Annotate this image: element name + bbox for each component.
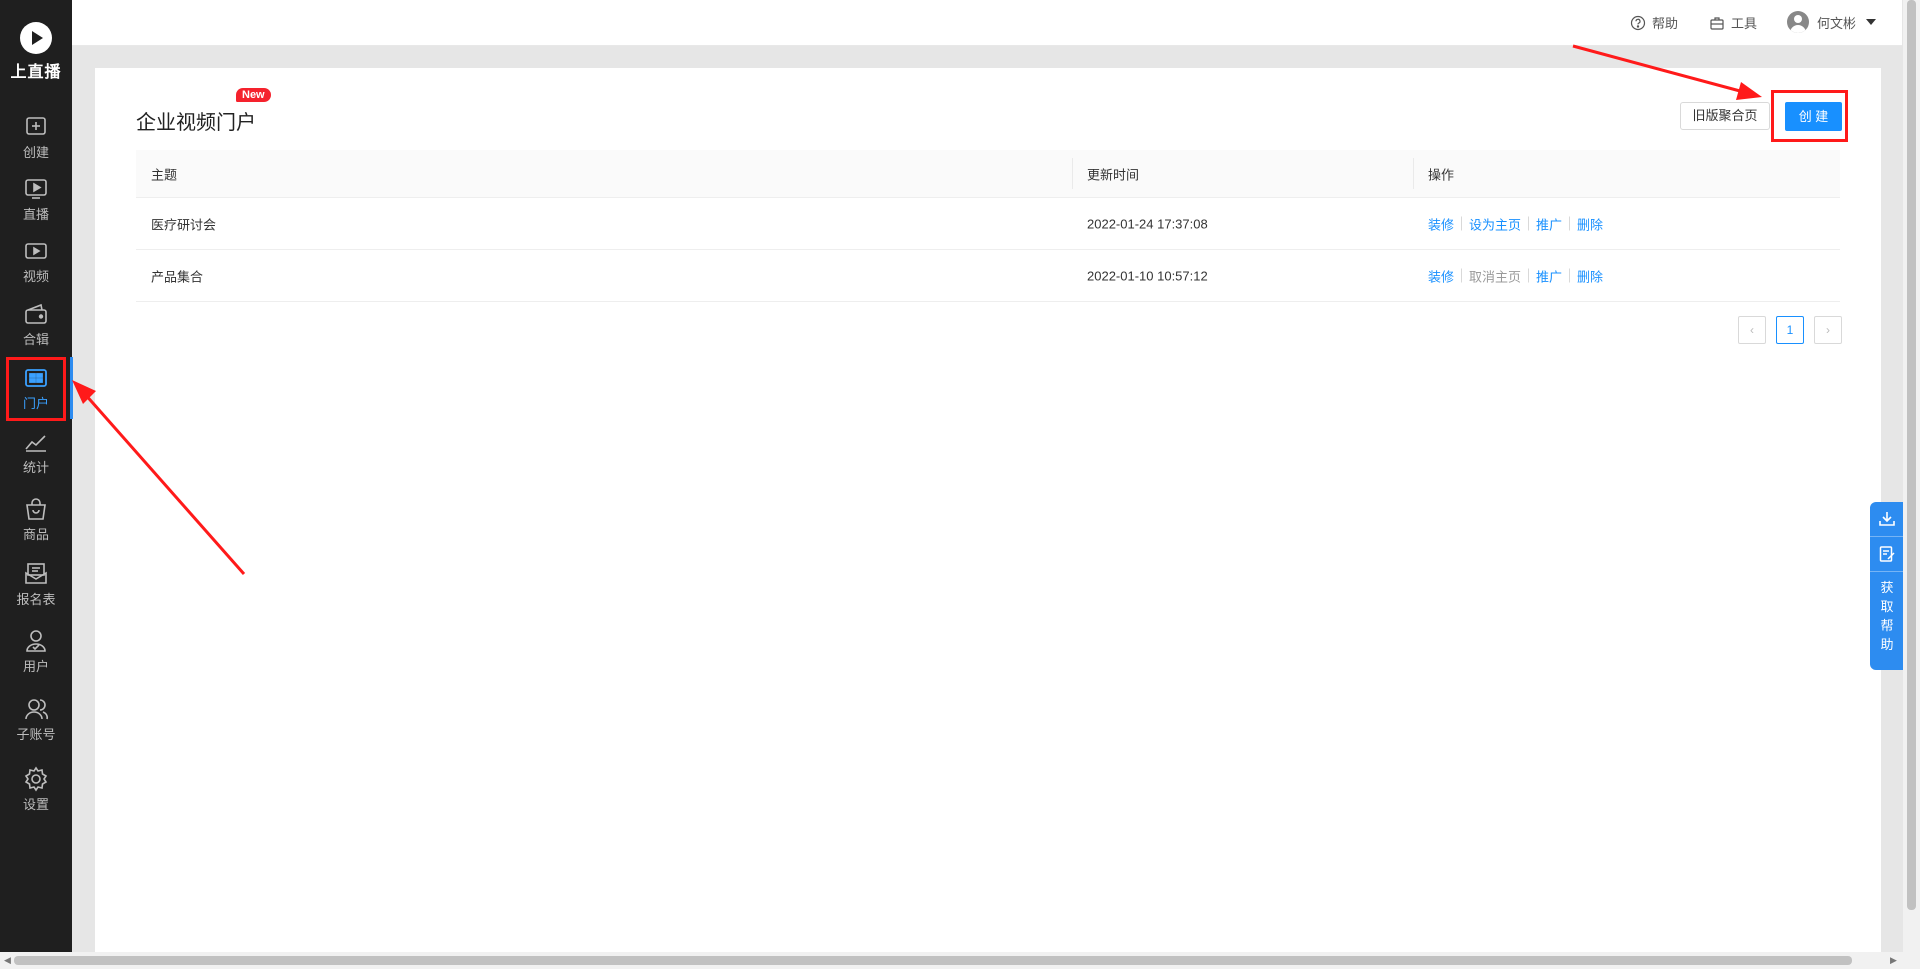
- shopping-bag-icon: [23, 496, 49, 522]
- next-page-button[interactable]: ›: [1814, 316, 1842, 344]
- sidebar-item-settings[interactable]: 设置: [0, 762, 72, 818]
- sidebar-item-stats[interactable]: 统计: [0, 425, 72, 481]
- portal-table: 主题 更新时间 操作 医疗研讨会 2022-01-24 17:37:08 装修 …: [136, 150, 1840, 302]
- help-link[interactable]: 帮助: [1630, 13, 1678, 32]
- table-header: 主题 更新时间 操作: [136, 150, 1840, 198]
- sidebar-item-portal[interactable]: 门户: [0, 357, 72, 421]
- floating-help-bar: 获取帮助: [1870, 502, 1904, 670]
- live-play-icon: [23, 176, 49, 202]
- cancel-homepage-link[interactable]: 取消主页: [1469, 266, 1521, 285]
- sidebar-item-label: 用户: [22, 659, 49, 674]
- annotation-arrowhead: [72, 380, 96, 404]
- scrollbar-thumb[interactable]: [14, 956, 1852, 965]
- row-actions: 装修 取消主页 推广 删除: [1428, 266, 1603, 285]
- sidebar-item-goods[interactable]: 商品: [0, 492, 72, 548]
- action-divider: [1569, 268, 1571, 283]
- sidebar-item-users[interactable]: 用户: [0, 624, 72, 680]
- pagination: ‹ 1 ›: [1738, 316, 1842, 344]
- delete-link[interactable]: 删除: [1577, 214, 1603, 233]
- sidebar-item-label: 创建: [22, 145, 49, 160]
- scroll-right-icon[interactable]: ▶: [1890, 955, 1897, 966]
- logo-text: 上直播: [10, 64, 62, 81]
- new-badge: New: [236, 88, 271, 102]
- line-chart-icon: [23, 429, 49, 455]
- sidebar-item-signup-form[interactable]: 报名表: [0, 557, 72, 613]
- row-updated: 2022-01-24 17:37:08: [1087, 216, 1208, 231]
- sidebar-item-create[interactable]: 创建: [0, 110, 72, 166]
- create-button[interactable]: 创 建: [1785, 102, 1842, 131]
- edit-note-icon[interactable]: [1870, 537, 1904, 572]
- header-updated: 更新时间: [1087, 167, 1140, 182]
- table-row: 医疗研讨会 2022-01-24 17:37:08 装修 设为主页 推广 删除: [136, 198, 1840, 250]
- sub-account-icon: [23, 696, 49, 722]
- action-divider: [1461, 216, 1463, 231]
- get-help-label[interactable]: 获取帮助: [1880, 572, 1894, 654]
- prev-page-button[interactable]: ‹: [1738, 316, 1766, 344]
- action-divider: [1461, 268, 1463, 283]
- help-label: 帮助: [1652, 16, 1679, 31]
- user-menu[interactable]: 何文彬: [1787, 11, 1877, 33]
- table-row: 产品集合 2022-01-10 10:57:12 装修 取消主页 推广 删除: [136, 250, 1840, 302]
- row-subject: 产品集合: [151, 269, 204, 284]
- avatar: [1787, 11, 1809, 33]
- action-divider: [1528, 268, 1530, 283]
- sidebar-item-label: 直播: [22, 207, 49, 222]
- scrollbar-thumb[interactable]: [1907, 0, 1916, 910]
- sidebar-item-label: 统计: [22, 460, 49, 475]
- promote-link[interactable]: 推广: [1536, 214, 1562, 233]
- tools-label: 工具: [1731, 16, 1758, 31]
- action-divider: [1569, 216, 1571, 231]
- tools-link[interactable]: 工具: [1709, 13, 1757, 32]
- question-circle-icon: [1630, 15, 1646, 30]
- action-divider: [1528, 216, 1530, 231]
- active-indicator: [70, 357, 73, 419]
- horizontal-scrollbar[interactable]: ◀ ▶: [0, 952, 1903, 969]
- sidebar-item-collection[interactable]: 合辑: [0, 297, 72, 353]
- promote-link[interactable]: 推广: [1536, 266, 1562, 285]
- header-subject: 主题: [151, 167, 178, 182]
- download-icon[interactable]: [1870, 502, 1904, 537]
- sidebar: 上直播 创建 直播 视频 合辑 门户 统计 商品 报名表 用户 子账号 设置: [0, 0, 73, 952]
- sidebar-item-label: 子账号: [16, 727, 56, 742]
- decorate-link[interactable]: 装修: [1428, 266, 1454, 285]
- decorate-link[interactable]: 装修: [1428, 214, 1454, 233]
- wallet-icon: [23, 301, 49, 327]
- page-title: 企业视频门户: [136, 112, 256, 134]
- set-homepage-link[interactable]: 设为主页: [1469, 214, 1521, 233]
- sidebar-item-label: 设置: [22, 797, 49, 812]
- scroll-left-icon[interactable]: ◀: [4, 955, 11, 966]
- toolbox-icon: [1710, 16, 1724, 30]
- row-actions: 装修 设为主页 推广 删除: [1428, 214, 1603, 233]
- column-divider: [1413, 158, 1414, 189]
- column-divider: [1072, 158, 1073, 189]
- logo-play-icon: [20, 22, 52, 54]
- sidebar-item-live[interactable]: 直播: [0, 172, 72, 228]
- sidebar-item-video[interactable]: 视频: [0, 234, 72, 290]
- sidebar-item-label: 商品: [22, 527, 49, 542]
- top-bar: 帮助 工具 何文彬: [72, 0, 1902, 46]
- delete-link[interactable]: 删除: [1577, 266, 1603, 285]
- app-logo[interactable]: 上直播: [0, 22, 72, 82]
- row-subject: 医疗研讨会: [151, 217, 217, 232]
- content-panel: 企业视频门户 New 旧版聚合页 创 建 主题 更新时间 操作 医疗研讨会 20…: [95, 68, 1881, 952]
- sidebar-item-sub-accounts[interactable]: 子账号: [0, 692, 72, 748]
- sidebar-item-label: 报名表: [16, 592, 56, 607]
- vertical-scrollbar[interactable]: [1903, 0, 1920, 969]
- page-number-button[interactable]: 1: [1776, 316, 1804, 344]
- annotation-highlight-box: [6, 357, 66, 421]
- gear-icon: [23, 766, 49, 792]
- username: 何文彬: [1817, 15, 1857, 31]
- header-actions: 操作: [1428, 167, 1455, 182]
- sidebar-item-label: 合辑: [22, 332, 49, 347]
- caret-down-icon: [1866, 19, 1877, 25]
- plus-square-icon: [23, 114, 49, 140]
- old-aggregate-page-button[interactable]: 旧版聚合页: [1680, 102, 1770, 130]
- form-icon: [23, 561, 49, 587]
- row-updated: 2022-01-10 10:57:12: [1087, 268, 1208, 283]
- video-icon: [23, 238, 49, 264]
- sidebar-item-label: 视频: [22, 269, 49, 284]
- user-check-icon: [23, 628, 49, 654]
